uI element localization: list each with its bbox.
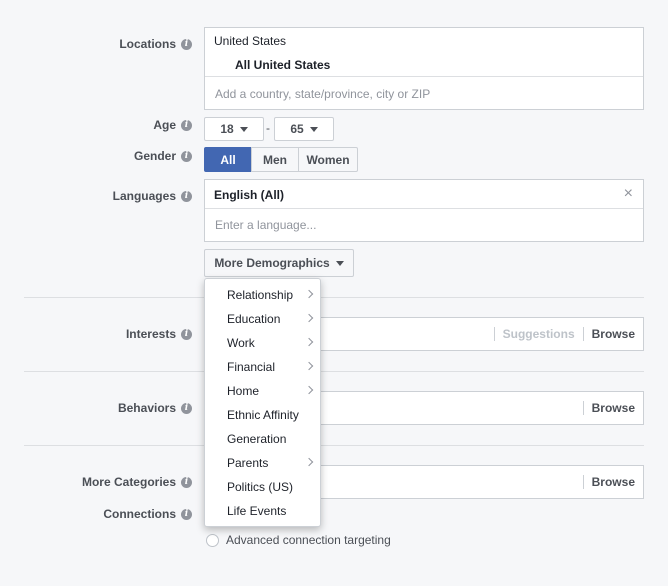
more-categories-browse-button[interactable]: Browse (592, 475, 635, 489)
menu-item-label: Generation (227, 432, 287, 446)
demographics-menu: Relationship Education Work Financial Ho… (204, 278, 321, 527)
menu-item-politics[interactable]: Politics (US) (205, 475, 320, 499)
age-separator: - (266, 121, 270, 135)
suggestions-button[interactable]: Suggestions (503, 327, 575, 341)
age-min-value: 18 (220, 122, 234, 136)
location-sub: All United States (235, 58, 331, 72)
languages-divider (205, 208, 643, 209)
separator (493, 327, 495, 341)
chevron-down-icon (335, 260, 344, 266)
age-label-text: Age (153, 118, 176, 132)
interests-label: Interests i (126, 327, 192, 341)
menu-item-life-events[interactable]: Life Events (205, 499, 320, 523)
menu-item-label: Financial (227, 360, 276, 374)
age-max-select[interactable]: 65 (274, 117, 334, 141)
gender-women-button[interactable]: Women (298, 147, 358, 172)
more-demographics-label: More Demographics (214, 256, 330, 270)
menu-item-label: Work (227, 336, 255, 350)
menu-item-label: Ethnic Affinity (227, 408, 299, 422)
more-categories-label: More Categories i (82, 475, 192, 489)
gender-men-button[interactable]: Men (251, 147, 299, 172)
info-icon[interactable]: i (181, 190, 192, 202)
more-demographics-button[interactable]: More Demographics (204, 249, 354, 277)
radio-button[interactable] (206, 533, 219, 547)
chevron-right-icon (304, 361, 314, 371)
section-divider (24, 445, 644, 446)
gender-label-text: Gender (133, 149, 176, 163)
info-icon[interactable]: i (181, 150, 192, 162)
gender-label: Gender i (134, 149, 192, 163)
menu-item-financial[interactable]: Financial (205, 355, 320, 379)
chevron-right-icon (304, 337, 314, 347)
behaviors-label-text: Behaviors (117, 401, 176, 415)
info-icon[interactable]: i (181, 508, 192, 520)
interests-browse-button[interactable]: Browse (592, 327, 635, 341)
locations-input[interactable]: Add a country, state/province, city or Z… (215, 87, 430, 101)
chevron-right-icon (304, 457, 314, 467)
connections-label-text: Connections (103, 507, 176, 521)
behaviors-label: Behaviors i (118, 401, 192, 415)
menu-item-label: Life Events (227, 504, 287, 518)
separator (582, 401, 584, 415)
age-label: Age i (153, 118, 192, 132)
menu-item-relationship[interactable]: Relationship (205, 283, 320, 307)
behaviors-actions: Browse (582, 401, 635, 415)
separator (582, 327, 584, 341)
gender-all-button[interactable]: All (204, 147, 252, 172)
locations-label: Locations i (119, 37, 192, 51)
age-min-select[interactable]: 18 (204, 117, 264, 141)
chevron-right-icon (304, 289, 314, 299)
chevron-right-icon (304, 313, 314, 323)
info-icon[interactable]: i (181, 328, 192, 340)
info-icon[interactable]: i (181, 119, 192, 131)
menu-item-ethnic-affinity[interactable]: Ethnic Affinity (205, 403, 320, 427)
section-divider (24, 297, 644, 298)
separator (582, 475, 584, 489)
connections-label: Connections i (103, 507, 192, 521)
section-divider (24, 371, 644, 372)
age-max-value: 65 (290, 122, 304, 136)
info-icon[interactable]: i (181, 402, 192, 414)
menu-item-label: Relationship (227, 288, 294, 302)
menu-item-home[interactable]: Home (205, 379, 320, 403)
menu-item-generation[interactable]: Generation (205, 427, 320, 451)
menu-item-work[interactable]: Work (205, 331, 320, 355)
language-selected: English (All) (214, 188, 284, 202)
menu-item-parents[interactable]: Parents (205, 451, 320, 475)
more-categories-actions: Browse (582, 475, 635, 489)
menu-item-education[interactable]: Education (205, 307, 320, 331)
language-input[interactable]: Enter a language... (215, 218, 316, 232)
advanced-connection-option[interactable]: Advanced connection targeting (206, 533, 391, 547)
interests-actions: Suggestions Browse (493, 327, 635, 341)
languages-label: Languages i (113, 189, 192, 203)
location-country: United States (214, 34, 287, 48)
info-icon[interactable]: i (181, 38, 192, 50)
interests-label-text: Interests (125, 327, 176, 341)
chevron-down-icon (309, 126, 318, 132)
chevron-right-icon (304, 385, 314, 395)
chevron-down-icon (239, 126, 248, 132)
locations-box[interactable]: United States All United States Add a co… (204, 27, 644, 110)
menu-item-label: Parents (227, 456, 269, 470)
locations-label-text: Locations (119, 37, 176, 51)
more-categories-label-text: More Categories (81, 475, 176, 489)
close-icon[interactable]: × (624, 185, 633, 203)
locations-divider (205, 76, 643, 77)
advanced-connection-label: Advanced connection targeting (226, 533, 391, 547)
menu-item-label: Home (227, 384, 260, 398)
menu-item-label: Education (227, 312, 281, 326)
info-icon[interactable]: i (181, 476, 192, 488)
menu-item-label: Politics (US) (227, 480, 294, 494)
languages-box[interactable]: English (All) × Enter a language... (204, 179, 644, 242)
behaviors-browse-button[interactable]: Browse (592, 401, 635, 415)
languages-label-text: Languages (112, 189, 176, 203)
